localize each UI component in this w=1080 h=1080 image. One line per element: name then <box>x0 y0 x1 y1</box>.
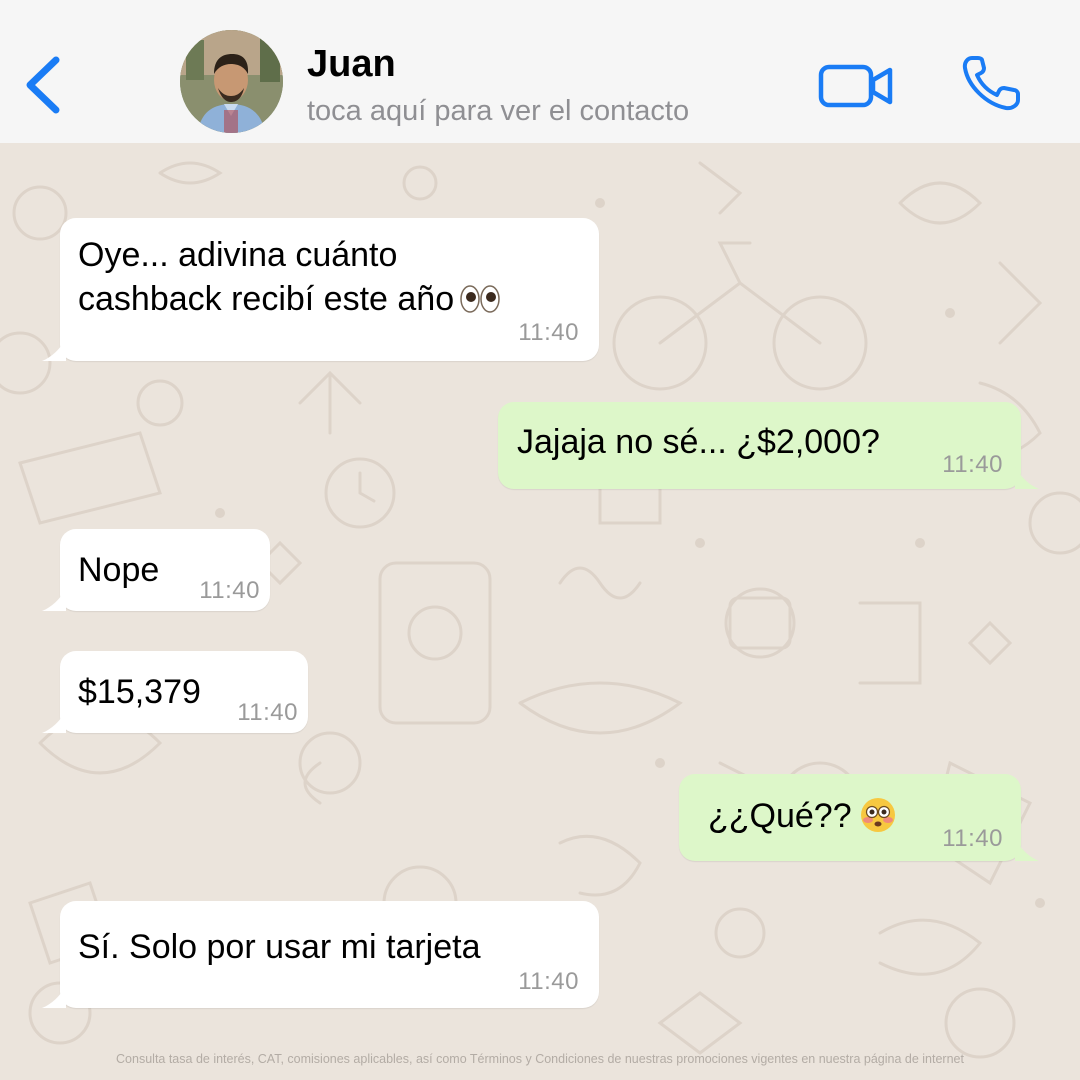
voice-call-button[interactable] <box>960 52 1026 112</box>
message-bubble-incoming[interactable]: $15,379 11:40 <box>42 651 308 733</box>
message-bubble-outgoing[interactable]: ¿¿Qué?? 11:40 <box>679 774 1039 861</box>
chevron-left-icon <box>26 56 60 114</box>
message-timestamp: 11:40 <box>237 699 298 726</box>
message-text: Nope <box>78 551 160 589</box>
contact-name[interactable]: Juan <box>307 43 396 86</box>
legal-disclaimer: Consulta tasa de interés, CAT, comisione… <box>116 1052 964 1066</box>
flushed-face-emoji <box>860 797 896 833</box>
avatar-photo <box>180 30 283 133</box>
bubble-tail <box>42 589 66 611</box>
video-call-button[interactable] <box>818 62 894 110</box>
message-text: Oye... adivina cuánto cashback recibí es… <box>78 233 500 321</box>
message-line: ¿¿Qué?? <box>708 797 852 835</box>
bubble-tail <box>42 986 66 1008</box>
contact-avatar[interactable] <box>180 30 283 133</box>
message-timestamp: 11:40 <box>942 451 1003 478</box>
message-bubble-incoming[interactable]: Nope 11:40 <box>42 529 270 611</box>
bubble-tail <box>1015 839 1039 861</box>
message-timestamp: 11:40 <box>199 577 260 604</box>
message-text: $15,379 <box>78 673 201 711</box>
message-timestamp: 11:40 <box>518 319 579 346</box>
message-timestamp: 11:40 <box>942 825 1003 852</box>
chat-header: Juan toca aquí para ver el contacto <box>0 0 1080 143</box>
chat-area[interactable]: Oye... adivina cuánto cashback recibí es… <box>0 143 1080 1080</box>
message-timestamp: 11:40 <box>518 968 579 995</box>
eyes-emoji <box>460 281 500 313</box>
phone-icon <box>962 56 1020 111</box>
message-text: ¿¿Qué?? <box>708 794 896 838</box>
bubble-tail <box>1015 467 1039 489</box>
contact-info-hint[interactable]: toca aquí para ver el contacto <box>307 95 689 128</box>
message-line: Oye... adivina cuánto <box>78 236 398 274</box>
video-camera-icon <box>818 64 893 108</box>
message-line: cashback recibí este año <box>78 280 455 318</box>
message-bubble-incoming[interactable]: Oye... adivina cuánto cashback recibí es… <box>42 218 599 361</box>
message-bubble-outgoing[interactable]: Jajaja no sé... ¿$2,000? 11:40 <box>498 402 1039 489</box>
message-bubble-incoming[interactable]: Sí. Solo por usar mi tarjeta 11:40 <box>42 901 599 1008</box>
back-button[interactable] <box>22 52 66 118</box>
message-text: Sí. Solo por usar mi tarjeta <box>78 928 481 966</box>
bubble-tail <box>42 339 66 361</box>
bubble-tail <box>42 711 66 733</box>
message-text: Jajaja no sé... ¿$2,000? <box>517 423 880 461</box>
